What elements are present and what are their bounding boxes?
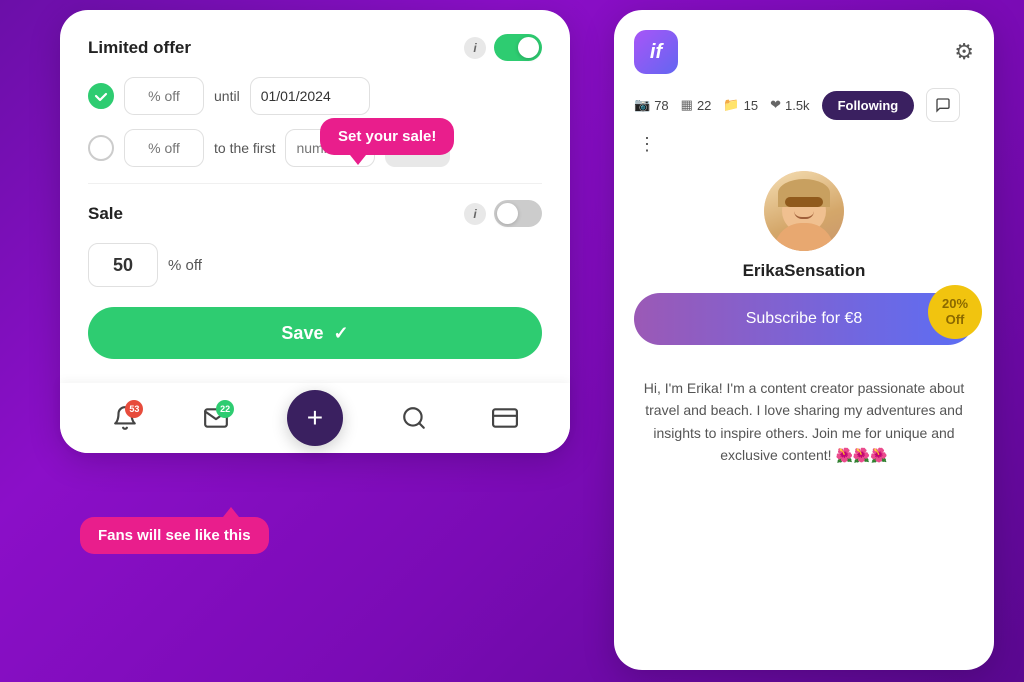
limited-offer-toggle-group: i [464, 34, 542, 61]
sale-toggle[interactable] [494, 200, 542, 227]
set-sale-text: Set your sale! [338, 128, 436, 145]
save-label: Save [281, 323, 323, 344]
subscribe-label: Subscribe for €8 [746, 310, 863, 328]
row2-to-first-label: to the first [214, 140, 275, 156]
folder-icon: 📁 [723, 97, 739, 113]
bell-badge: 53 [125, 400, 143, 418]
stats-row: 📷 78 ▦ 22 📁 15 ❤ 1.5k Following ⋮ [634, 88, 974, 155]
off-badge: 20% Off [928, 285, 982, 339]
more-icon[interactable]: ⋮ [634, 134, 660, 155]
stat-videos-value: 22 [697, 98, 711, 113]
right-card-header: if ⚙ [634, 30, 974, 74]
off-percent: 20% [942, 296, 968, 312]
profile-section: ErikaSensation Subscribe for €8 20% Off … [634, 171, 974, 467]
stat-photos-value: 78 [654, 98, 668, 113]
mail-badge: 22 [216, 400, 234, 418]
bottom-nav: 53 22 + [60, 383, 570, 453]
plus-icon: + [307, 402, 323, 434]
limited-offer-toggle[interactable] [494, 34, 542, 61]
stat-files-value: 15 [744, 98, 758, 113]
fans-see-text: Fans will see like this [98, 527, 251, 544]
heart-icon: ❤ [770, 97, 781, 113]
fans-see-tooltip: Fans will see like this [80, 517, 269, 554]
if-logo: if [634, 30, 678, 74]
limited-offer-title: Limited offer [88, 38, 191, 58]
following-button[interactable]: Following [822, 91, 915, 120]
sale-value-box[interactable]: 50 [88, 243, 158, 287]
video-icon: ▦ [681, 97, 693, 113]
limited-offer-info-icon[interactable]: i [464, 37, 486, 59]
logo-text: if [650, 41, 662, 64]
sale-percent-label: % off [168, 257, 202, 274]
stat-likes-value: 1.5k [785, 98, 810, 113]
sale-value-row: 50 % off [88, 243, 542, 287]
limited-offer-header: Limited offer i [88, 34, 542, 61]
row2-checkbox[interactable] [88, 135, 114, 161]
bell-nav-icon[interactable]: 53 [105, 398, 145, 438]
camera-icon: 📷 [634, 97, 650, 113]
plus-button[interactable]: + [287, 390, 343, 446]
subscribe-bar[interactable]: Subscribe for €8 20% Off [634, 293, 974, 345]
save-checkmark: ✓ [333, 323, 348, 344]
subscribe-section: Subscribe for €8 20% Off [634, 293, 974, 361]
divider-1 [88, 183, 542, 184]
subscribe-word: Subscribe [746, 310, 817, 327]
subscribe-for: for [821, 310, 840, 327]
right-panel: if ⚙ 📷 78 ▦ 22 📁 15 ❤ 1.5k Following ⋮ [614, 10, 994, 670]
set-sale-tooltip: Set your sale! [320, 118, 454, 155]
left-panel: Limited offer i until to the first Subs.… [60, 10, 570, 453]
bio-text: Hi, I'm Erika! I'm a content creator pas… [634, 377, 974, 467]
search-nav-icon[interactable] [394, 398, 434, 438]
sale-header: Sale i [88, 200, 542, 227]
sale-title: Sale [88, 204, 123, 224]
row2-percent-input[interactable] [124, 129, 204, 167]
message-icon[interactable] [926, 88, 960, 122]
stat-files: 📁 15 [723, 97, 758, 113]
limit-row-1: until [88, 77, 542, 115]
wallet-nav-icon[interactable] [485, 398, 525, 438]
row1-until-label: until [214, 88, 240, 104]
stat-videos: ▦ 22 [681, 97, 712, 113]
row1-checkbox[interactable] [88, 83, 114, 109]
mail-nav-icon[interactable]: 22 [196, 398, 236, 438]
stat-likes: ❤ 1.5k [770, 97, 809, 113]
row1-date-input[interactable] [250, 77, 370, 115]
subscribe-price: €8 [844, 310, 862, 327]
sale-info-icon[interactable]: i [464, 203, 486, 225]
username: ErikaSensation [743, 261, 866, 281]
row1-percent-input[interactable] [124, 77, 204, 115]
save-button[interactable]: Save ✓ [88, 307, 542, 359]
gear-icon[interactable]: ⚙ [954, 39, 974, 65]
limit-row-2: to the first Subs... [88, 129, 542, 167]
stat-photos: 📷 78 [634, 97, 669, 113]
avatar [764, 171, 844, 251]
sale-toggle-group: i [464, 200, 542, 227]
off-label: Off [946, 312, 965, 328]
